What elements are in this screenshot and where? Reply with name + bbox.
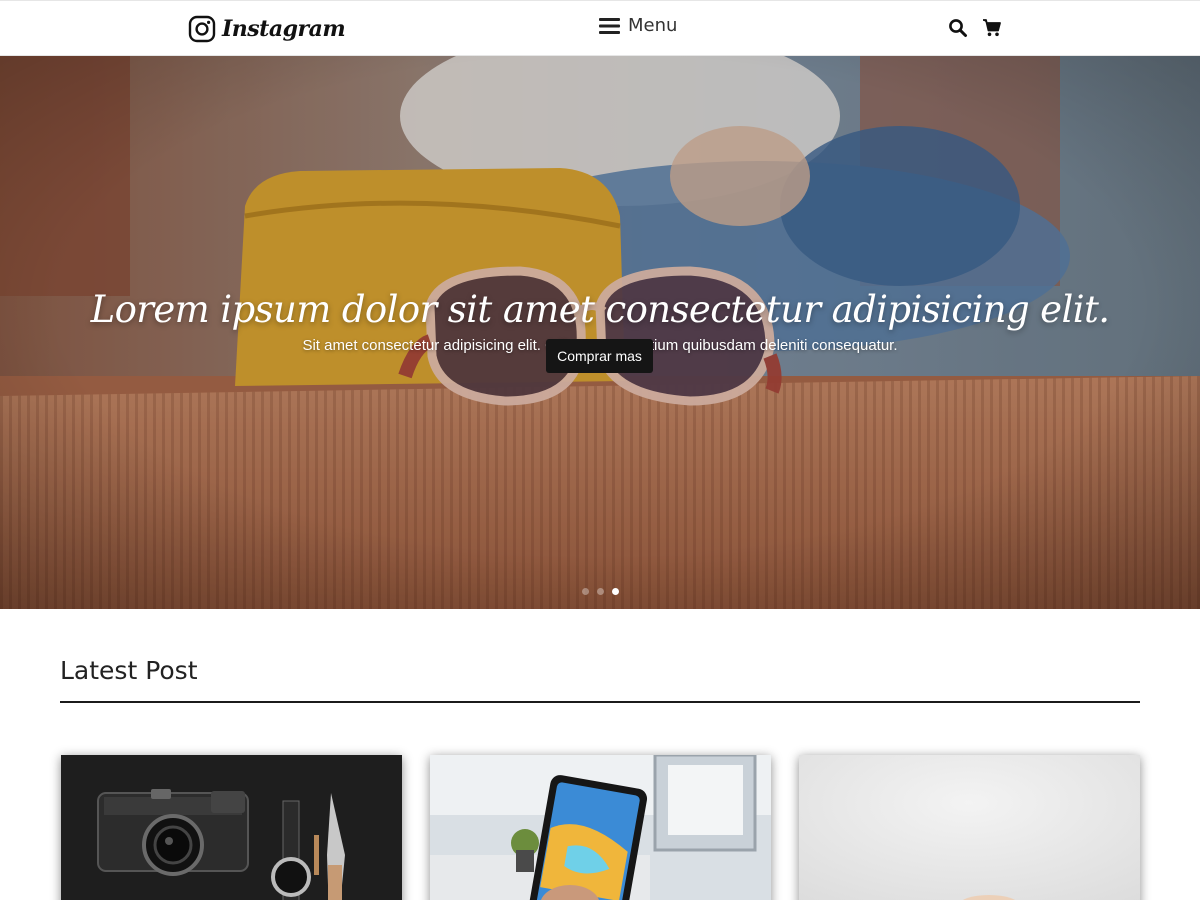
section-divider (60, 701, 1140, 703)
camera-flatlay-photo (61, 755, 402, 900)
section-title: Latest Post (60, 656, 198, 685)
hero-title: Lorem ipsum dolor sit amet consectetur a… (90, 288, 1110, 331)
tablet-in-hand-photo (430, 755, 771, 900)
carousel-indicators (582, 588, 619, 595)
cart-icon[interactable] (982, 18, 1002, 38)
carousel-dot-1[interactable] (582, 588, 589, 595)
carousel-dot-3[interactable] (612, 588, 619, 595)
post-card-2[interactable] (430, 755, 771, 900)
menu-label: Menu (628, 15, 678, 36)
brand-name: Instagram (222, 16, 346, 42)
carousel-dot-2[interactable] (597, 588, 604, 595)
post-card-1[interactable] (61, 755, 402, 900)
light-abstract-photo (799, 755, 1140, 900)
hero-carousel: Lorem ipsum dolor sit amet consectetur a… (0, 56, 1200, 609)
nav-actions (948, 18, 1002, 38)
search-icon[interactable] (948, 18, 968, 38)
hamburger-icon (599, 17, 620, 34)
menu-toggle[interactable]: Menu (599, 15, 677, 36)
brand-link[interactable]: Instagram (188, 13, 346, 45)
post-card-3[interactable] (799, 755, 1140, 900)
instagram-icon (188, 15, 216, 43)
comprar-mas-button[interactable]: Comprar mas (546, 339, 653, 373)
navbar: Instagram Menu (0, 0, 1200, 56)
